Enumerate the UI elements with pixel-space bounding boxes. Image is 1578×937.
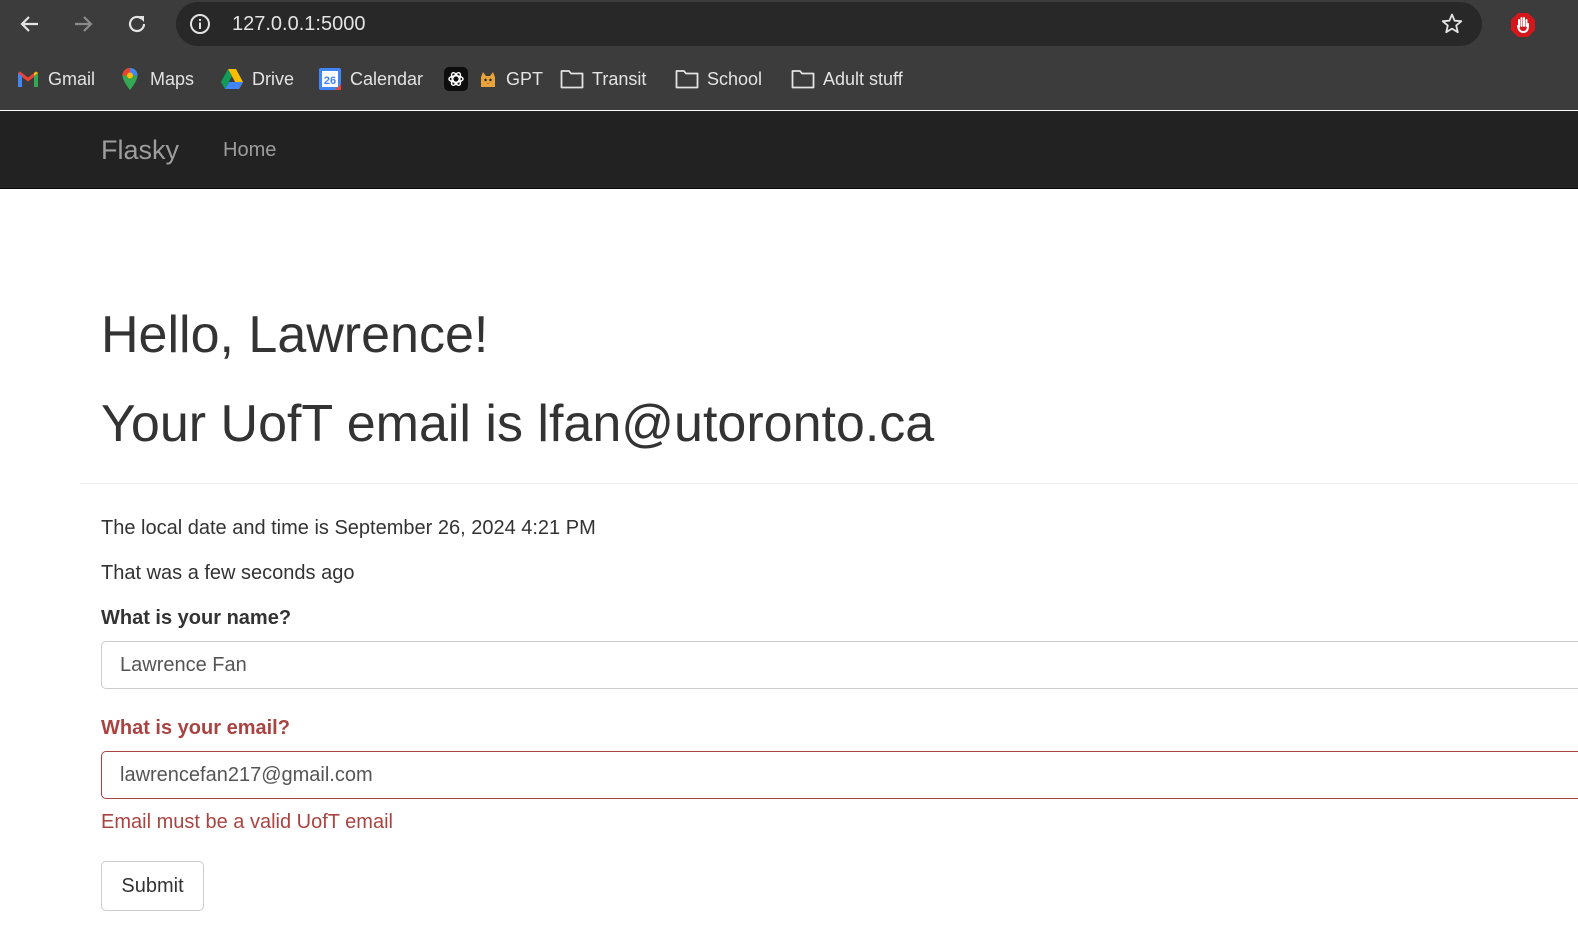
forward-button[interactable] — [65, 6, 101, 42]
local-datetime-text: The local date and time is September 26,… — [101, 517, 596, 539]
back-arrow-icon — [20, 16, 38, 32]
email-error-message: Email must be a valid UofT email — [101, 811, 393, 833]
bookmark-gpt[interactable]: GPT — [478, 66, 543, 92]
bookmark-drive[interactable]: Drive — [220, 66, 294, 92]
divider — [80, 483, 1578, 484]
email-input[interactable] — [101, 751, 1578, 799]
calendar-icon: 26 — [318, 67, 342, 91]
bookmark-maps[interactable]: Maps — [118, 66, 194, 92]
nav-link-home[interactable]: Home — [223, 139, 276, 162]
bookmark-label: Transit — [592, 68, 647, 89]
name-label: What is your name? — [101, 607, 292, 629]
bookmark-label: Gmail — [48, 68, 96, 89]
folder-icon — [560, 67, 584, 91]
bookmark-label: School — [707, 68, 763, 89]
folder-icon — [675, 67, 699, 91]
address-bar[interactable]: 127.0.0.1:5000 — [176, 2, 1482, 46]
forward-arrow-icon — [75, 16, 93, 32]
back-button[interactable] — [12, 6, 48, 42]
email-label: What is your email? — [101, 717, 290, 739]
bookmark-folder-transit[interactable]: Transit — [560, 66, 646, 92]
maps-icon — [118, 67, 142, 91]
reload-button[interactable] — [119, 6, 155, 42]
bookmarks-bar: Gmail Maps Drive 26 Calendar GPT Transit — [0, 48, 1578, 110]
relative-time-text: That was a few seconds ago — [101, 562, 355, 584]
bookmark-label: Drive — [252, 68, 295, 89]
cat-icon — [478, 67, 498, 91]
site-info-icon[interactable] — [188, 12, 212, 36]
bookmark-label: GPT — [506, 68, 544, 89]
navbar-brand[interactable]: Flasky — [101, 135, 179, 166]
app-navbar: Flasky Home — [0, 111, 1578, 189]
submit-button[interactable]: Submit — [101, 861, 204, 911]
greeting-heading: Hello, Lawrence! — [101, 306, 489, 364]
bookmark-calendar[interactable]: 26 Calendar — [318, 66, 423, 92]
bookmark-folder-adult-stuff[interactable]: Adult stuff — [791, 66, 903, 92]
drive-icon — [220, 67, 244, 91]
name-input[interactable] — [101, 641, 1578, 689]
email-heading: Your UofT email is lfan@utoronto.ca — [101, 395, 935, 453]
openai-icon — [444, 67, 468, 91]
calendar-badge: 26 — [324, 75, 336, 87]
adblock-extension-icon[interactable] — [1510, 12, 1536, 38]
bookmark-folder-school[interactable]: School — [675, 66, 762, 92]
bookmark-gmail[interactable]: Gmail — [16, 66, 95, 92]
bookmark-label: Maps — [150, 68, 195, 89]
browser-toolbar: 127.0.0.1:5000 — [0, 0, 1578, 48]
bookmark-label: Adult stuff — [823, 68, 903, 89]
reload-icon — [128, 15, 146, 33]
gmail-icon — [16, 67, 40, 91]
folder-icon — [791, 67, 815, 91]
url-text[interactable]: 127.0.0.1:5000 — [232, 14, 365, 34]
bookmark-openai[interactable] — [444, 66, 468, 92]
bookmark-label: Calendar — [350, 68, 424, 89]
bookmark-star-icon[interactable] — [1440, 12, 1464, 36]
